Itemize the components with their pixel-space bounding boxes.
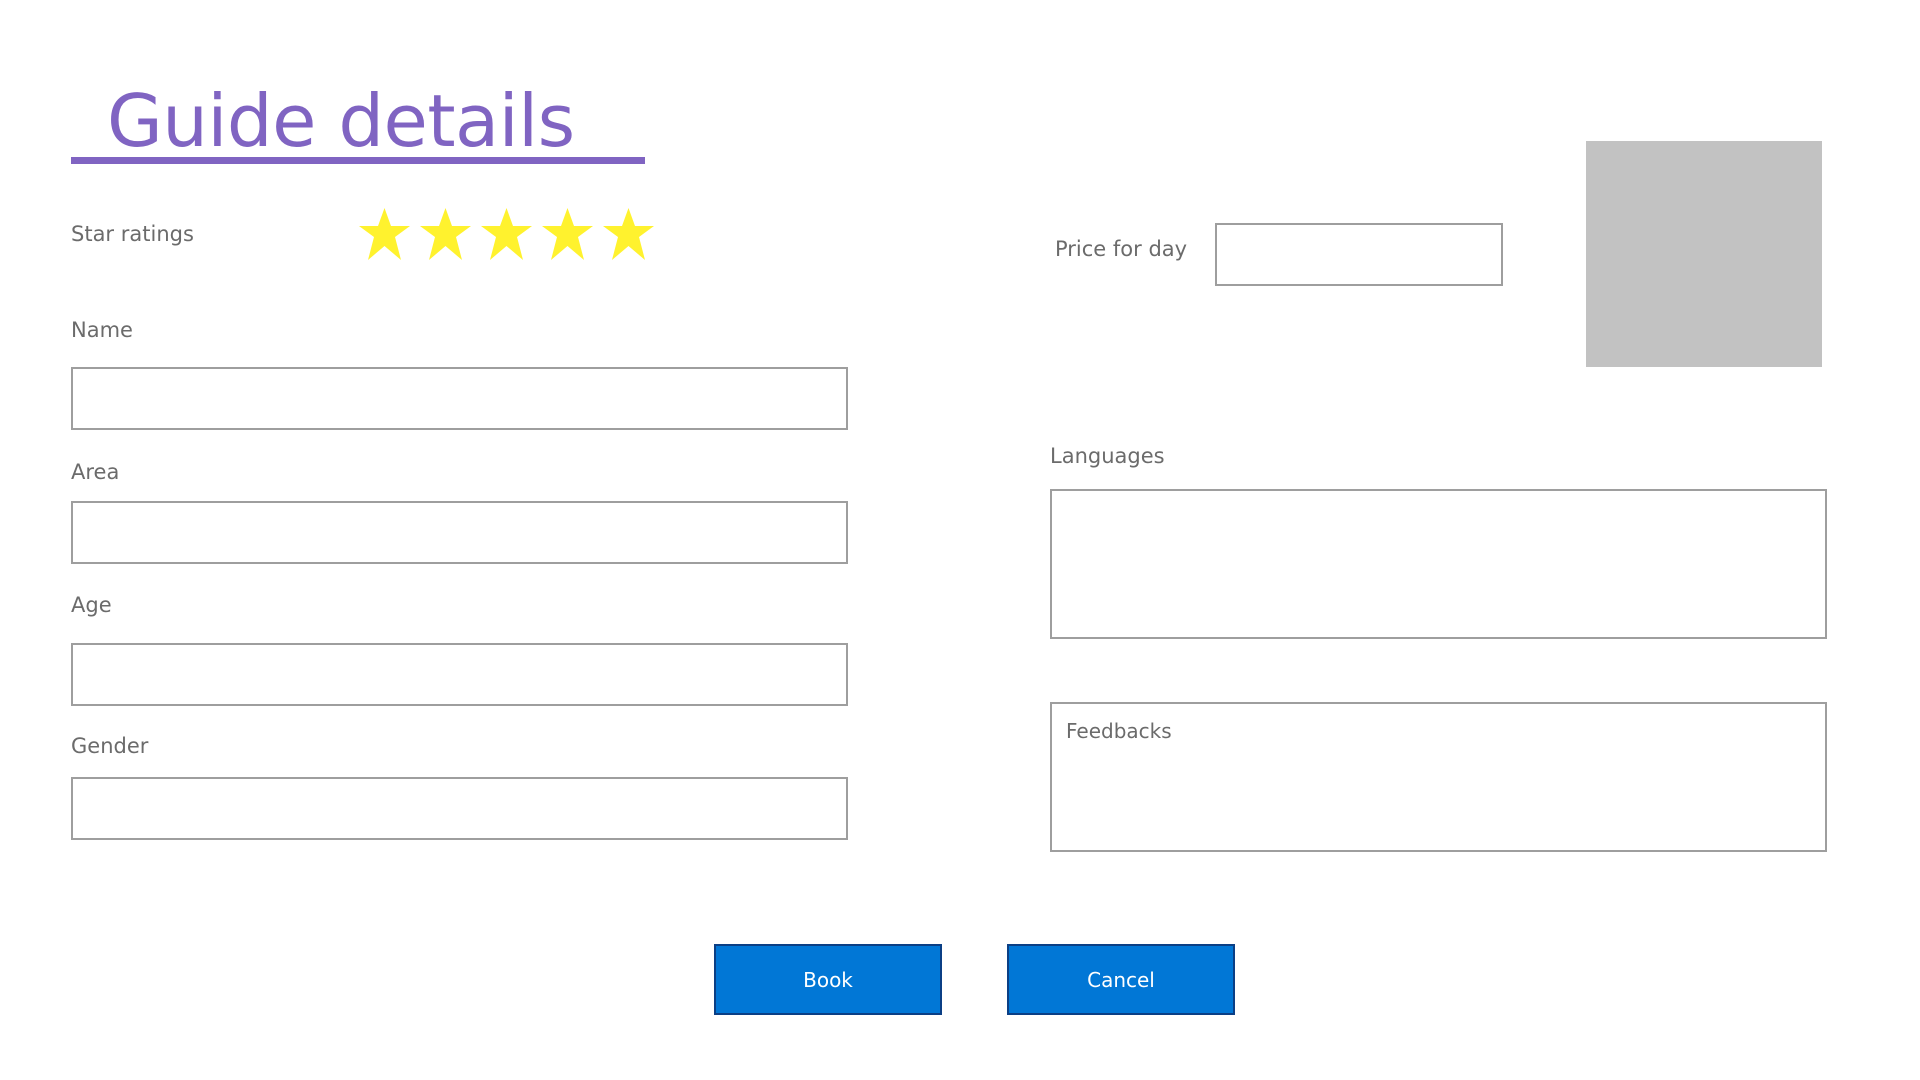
languages-label: Languages xyxy=(1050,444,1165,468)
star-icon[interactable] xyxy=(415,204,476,264)
star-icon[interactable] xyxy=(598,204,659,264)
guide-photo-placeholder[interactable] xyxy=(1586,141,1822,367)
gender-input[interactable] xyxy=(71,777,848,840)
title-underline xyxy=(71,157,645,164)
feedbacks-textarea[interactable] xyxy=(1050,702,1827,852)
star-rating[interactable] xyxy=(354,204,659,264)
age-input[interactable] xyxy=(71,643,848,706)
star-icon[interactable] xyxy=(354,204,415,264)
name-label: Name xyxy=(71,318,133,342)
age-label: Age xyxy=(71,593,112,617)
cancel-button[interactable]: Cancel xyxy=(1007,944,1235,1015)
gender-label: Gender xyxy=(71,734,149,758)
page-title: Guide details xyxy=(107,79,575,163)
price-input[interactable] xyxy=(1215,223,1503,286)
price-label: Price for day xyxy=(1055,237,1188,261)
star-icon[interactable] xyxy=(537,204,598,264)
star-ratings-label: Star ratings xyxy=(71,222,194,246)
area-input[interactable] xyxy=(71,501,848,564)
area-label: Area xyxy=(71,460,120,484)
name-input[interactable] xyxy=(71,367,848,430)
star-icon[interactable] xyxy=(476,204,537,264)
languages-textarea[interactable] xyxy=(1050,489,1827,639)
book-button[interactable]: Book xyxy=(714,944,942,1015)
